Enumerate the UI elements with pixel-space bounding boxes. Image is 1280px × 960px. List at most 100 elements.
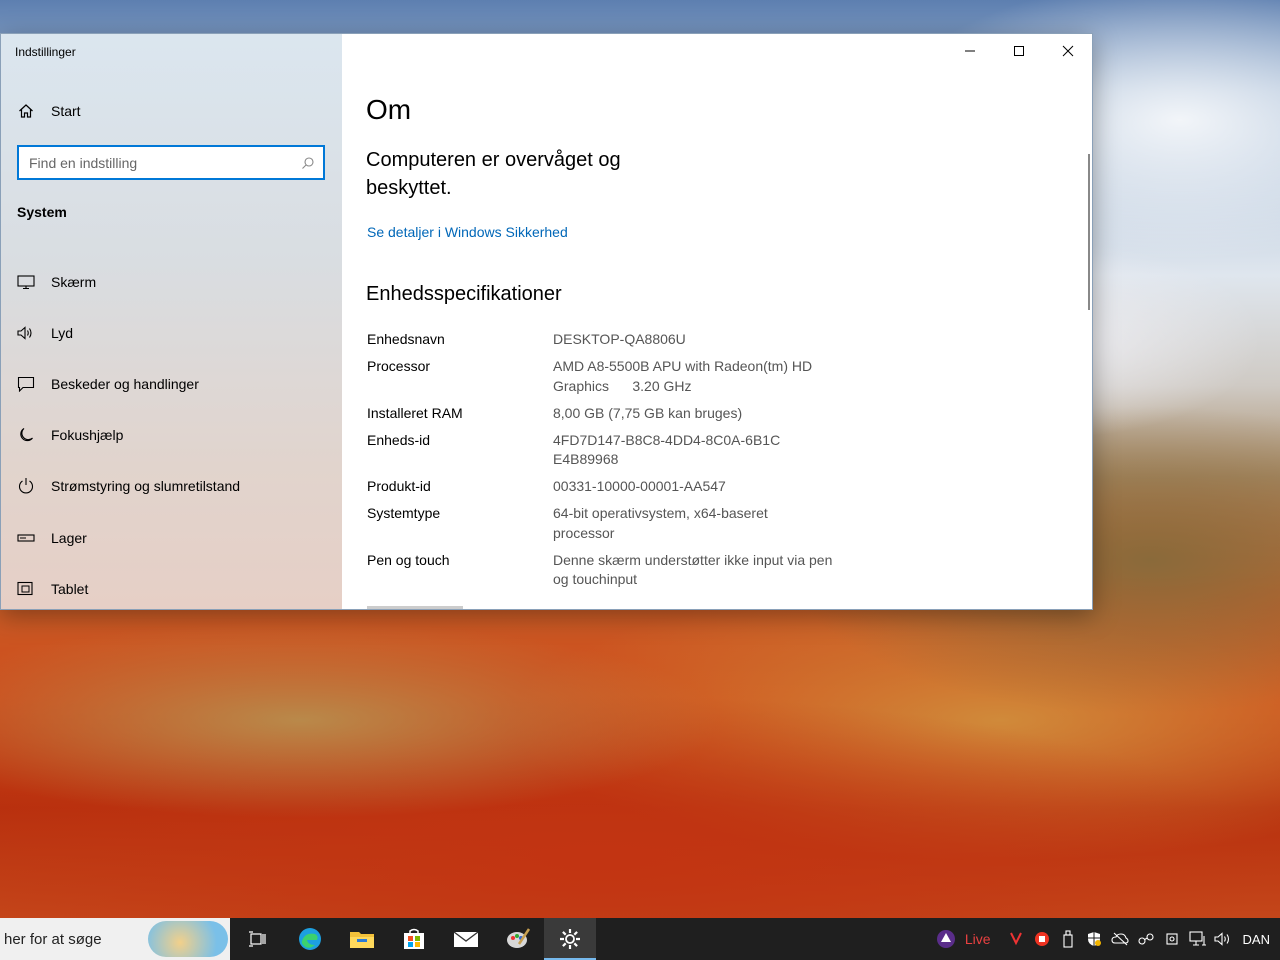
paint-button[interactable] bbox=[492, 918, 544, 960]
usb-icon[interactable] bbox=[1055, 930, 1081, 948]
minimize-button[interactable] bbox=[945, 34, 994, 67]
spec-value: 00331-10000-00001-AA547 bbox=[553, 478, 726, 494]
sidebar-item-label: Strømstyring og slumretilstand bbox=[51, 478, 241, 495]
sidebar-item-label: Lager bbox=[51, 529, 87, 546]
power-icon bbox=[17, 477, 35, 495]
close-icon bbox=[1062, 45, 1073, 56]
monitor-icon bbox=[17, 273, 35, 291]
taskbar-search-text: her for at søge bbox=[4, 930, 102, 948]
page-title: Om bbox=[366, 94, 412, 125]
paint-icon bbox=[507, 928, 531, 948]
tablet-icon bbox=[17, 580, 35, 598]
network-icon[interactable] bbox=[1185, 931, 1211, 947]
sidebar-item-focus[interactable]: Fokushjælp bbox=[17, 410, 240, 461]
settings-window: Indstillinger Start System Skærm bbox=[0, 33, 1093, 610]
store-button[interactable] bbox=[388, 918, 440, 960]
shield-icon[interactable] bbox=[1081, 931, 1107, 947]
league-logo-icon[interactable] bbox=[933, 928, 959, 950]
edge-icon bbox=[299, 928, 321, 950]
mail-button[interactable] bbox=[440, 918, 492, 960]
spec-label: Installeret RAM bbox=[367, 404, 463, 421]
spec-label: Processor bbox=[367, 358, 431, 374]
spec-value: AMD A8-5500B APU with Radeon(tm) HD Grap… bbox=[553, 358, 816, 394]
search-input[interactable] bbox=[29, 154, 301, 171]
moon-icon bbox=[17, 426, 35, 444]
minimize-icon bbox=[964, 50, 975, 51]
task-view-icon bbox=[249, 931, 266, 947]
taskbar-apps bbox=[232, 918, 596, 960]
spec-value: Denne skærm understøtter ikke input via … bbox=[553, 551, 833, 588]
spec-row: Installeret RAM 8,00 GB (7,75 GB kan bru… bbox=[367, 404, 847, 424]
system-tray: Live DAN bbox=[933, 918, 1280, 960]
nav-list: Skærm Lyd Beskeder og handlinger Fokushj… bbox=[17, 256, 240, 614]
live-label[interactable]: Live bbox=[965, 931, 991, 947]
spec-label: Systemtype bbox=[367, 505, 441, 521]
home-nav-item[interactable]: Start bbox=[17, 102, 81, 120]
mail-icon bbox=[453, 931, 479, 947]
section-title: System bbox=[17, 204, 67, 220]
spec-value: 8,00 GB (7,75 GB kan bruges) bbox=[553, 404, 743, 421]
search-box[interactable] bbox=[17, 145, 325, 180]
content-pane: Om Computeren er overvåget og beskyttet.… bbox=[342, 34, 1092, 609]
sidebar-item-label: Skærm bbox=[51, 273, 97, 290]
network-app-icon[interactable] bbox=[1133, 931, 1159, 947]
spec-row: Pen og touch Denne skærm understøtter ik… bbox=[367, 551, 847, 590]
spec-row: Systemtype 64-bit operativsystem, x64-ba… bbox=[367, 504, 847, 543]
taskbar: her for at søge Live DAN bbox=[0, 918, 1280, 960]
window-controls bbox=[945, 34, 1092, 67]
sidebar-item-label: Fokushjælp bbox=[51, 427, 124, 444]
maximize-icon bbox=[1013, 45, 1024, 56]
vertical-scrollbar[interactable] bbox=[1088, 154, 1090, 310]
app-title: Indstillinger bbox=[15, 45, 76, 59]
specs-heading: Enhedsspecifikationer bbox=[366, 283, 562, 305]
edge-button[interactable] bbox=[284, 918, 336, 960]
volume-icon[interactable] bbox=[1211, 931, 1237, 947]
spec-value: 64-bit operativsystem, x64-baseret proce… bbox=[553, 505, 768, 541]
sidebar-item-tablet[interactable]: Tablet bbox=[17, 563, 240, 614]
home-label: Start bbox=[51, 103, 81, 119]
sidebar-item-display[interactable]: Skærm bbox=[17, 256, 240, 307]
spec-value: 4FD7D147-B8C8-4DD4-8C0A-6B1CE4B89968 bbox=[553, 431, 781, 468]
devices-icon[interactable] bbox=[1159, 931, 1185, 947]
sidebar-item-notifications[interactable]: Beskeder og handlinger bbox=[17, 358, 240, 409]
spec-label: Enhedsnavn bbox=[367, 331, 445, 347]
sidebar-item-sound[interactable]: Lyd bbox=[17, 307, 240, 358]
language-indicator[interactable]: DAN bbox=[1237, 932, 1280, 947]
close-button[interactable] bbox=[1043, 34, 1092, 67]
sidebar-item-label: Lyd bbox=[51, 324, 74, 341]
notification-icon bbox=[17, 375, 35, 393]
specs-table: Enhedsnavn DESKTOP-QA8806U Processor AMD… bbox=[367, 330, 847, 597]
home-icon bbox=[17, 102, 35, 120]
spec-label: Enheds-id bbox=[367, 431, 431, 448]
sidebar-item-label: Beskeder og handlinger bbox=[51, 375, 199, 392]
file-explorer-button[interactable] bbox=[336, 918, 388, 960]
spec-row: Produkt-id 00331-10000-00001-AA547 bbox=[367, 477, 847, 497]
spec-row: Enheds-id 4FD7D147-B8C8-4DD4-8C0A-6B1CE4… bbox=[367, 431, 847, 470]
settings-taskbar-button[interactable] bbox=[544, 918, 596, 960]
antivirus-icon[interactable] bbox=[1003, 931, 1029, 947]
maximize-button[interactable] bbox=[994, 34, 1043, 67]
search-highlight-image bbox=[148, 921, 228, 957]
spec-label: Pen og touch bbox=[367, 551, 450, 568]
settings-icon bbox=[560, 929, 580, 949]
sidebar-item-label: Tablet bbox=[51, 580, 89, 597]
search-icon[interactable] bbox=[301, 156, 315, 170]
sidebar-item-storage[interactable]: Lager bbox=[17, 512, 240, 563]
task-view-button[interactable] bbox=[232, 918, 284, 960]
security-details-link[interactable]: Se detaljer i Windows Sikkerhed bbox=[367, 224, 568, 240]
spec-value: DESKTOP-QA8806U bbox=[553, 331, 686, 347]
storage-icon bbox=[17, 529, 35, 547]
speaker-icon bbox=[17, 324, 35, 342]
cloud-offline-icon[interactable] bbox=[1107, 932, 1133, 946]
sidebar: Indstillinger Start System Skærm bbox=[1, 34, 342, 609]
red-app-icon[interactable] bbox=[1029, 931, 1055, 947]
file-explorer-icon bbox=[350, 932, 374, 948]
copy-button-edge bbox=[367, 606, 463, 609]
store-icon bbox=[404, 928, 424, 949]
sidebar-item-power[interactable]: Strømstyring og slumretilstand bbox=[17, 461, 240, 512]
spec-row: Enhedsnavn DESKTOP-QA8806U bbox=[367, 330, 847, 350]
taskbar-search[interactable]: her for at søge bbox=[0, 918, 230, 960]
protection-status: Computeren er overvåget og beskyttet. bbox=[366, 149, 621, 199]
spec-label: Produkt-id bbox=[367, 478, 431, 494]
spec-row: Processor AMD A8-5500B APU with Radeon(t… bbox=[367, 357, 847, 396]
